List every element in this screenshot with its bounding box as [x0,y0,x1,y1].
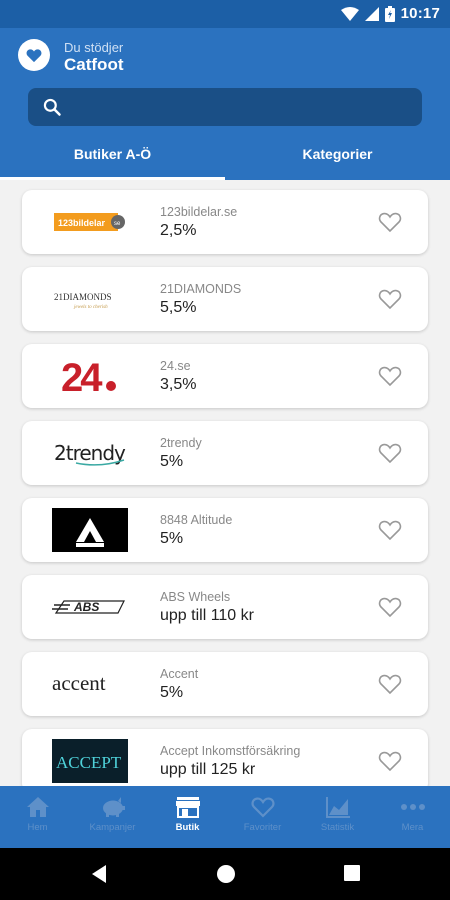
store-cashback: 5% [160,453,184,470]
store-cashback: upp till 110 kr [160,607,254,624]
store-logo: 123bildelar se [52,197,128,247]
store-cashback: 2,5% [160,222,197,239]
more-icon [400,804,425,810]
favorite-heart-icon[interactable] [378,364,402,388]
nav-more[interactable]: Mera [375,786,450,848]
nav-favorites[interactable]: Favoriter [225,786,300,848]
chart-icon [325,797,350,818]
svg-text:ABS: ABS [73,600,99,614]
store-icon [175,797,200,818]
store-name: Accept Inkomstförsäkring [160,744,301,758]
back-icon[interactable] [90,864,108,884]
wifi-icon [340,6,359,21]
nav-label: Kampanjer [89,822,136,833]
favorite-heart-icon[interactable] [378,595,402,619]
nav-campaigns[interactable]: Kampanjer [75,786,150,848]
accept-logo: ACCEPT [52,739,128,783]
store-cashback: upp till 125 kr [160,761,256,778]
nav-label: Butik [175,822,200,833]
favorite-heart-icon[interactable] [378,518,402,542]
store-logo: ACCEPT [52,736,128,786]
signal-icon [364,6,379,21]
store-card[interactable]: 8848 Altitude 5% [22,498,428,562]
recents-icon[interactable] [343,864,361,882]
store-name: 24.se [160,359,191,373]
heart-icon [26,48,42,62]
nav-statistics[interactable]: Statistik [300,786,375,848]
store-card[interactable]: 24 24.se 3,5% [22,344,428,408]
svg-text:jewels to cherish: jewels to cherish [73,305,108,310]
store-name: 123bildelar.se [160,205,238,219]
24se-logo: 24 [61,356,116,399]
piggy-bank-icon [102,797,125,817]
svg-text:ACCEPT: ACCEPT [56,753,122,772]
store-card[interactable]: 21DIAMONDS jewels to cherish 21DIAMONDS … [22,267,428,331]
store-name: Accent [160,667,199,681]
status-icons: 10:17 [340,5,440,22]
org-avatar[interactable] [18,39,50,71]
svg-text:se: se [114,221,121,227]
store-name: 8848 Altitude [160,513,233,527]
nav-label: Mera [401,822,424,833]
store-logo: 24 [52,351,128,401]
status-time: 10:17 [400,5,440,22]
favorite-heart-icon[interactable] [378,672,402,696]
store-cashback: 5,5% [160,299,197,316]
nav-label: Favoriter [243,822,282,833]
favorite-heart-icon[interactable] [378,210,402,234]
tab-bar: Butiker A-Ö Kategorier [0,138,450,180]
tab-categories[interactable]: Kategorier [225,138,450,180]
store-card[interactable]: 123bildelar se 123bildelar.se 2,5% [22,190,428,254]
svg-text:2trendy: 2trendy [54,441,126,465]
status-bar: 10:17 [0,0,450,28]
store-card[interactable]: 2trendy 2trendy 5% [22,421,428,485]
search-icon [43,98,61,116]
store-card[interactable]: ACCEPT Accept Inkomstförsäkring upp till… [22,729,428,786]
store-logo [52,505,128,555]
accent-logo: accent [52,671,106,695]
store-logo: 2trendy [52,428,128,478]
2trendy-logo: 2trendy [54,441,127,466]
favorite-heart-icon[interactable] [378,441,402,465]
store-name: 21DIAMONDS [160,282,242,296]
heart-outline-icon [250,797,275,818]
store-cashback: 5% [160,684,184,701]
nav-label: Hem [27,822,48,833]
svg-text:21DIAMONDS: 21DIAMONDS [54,292,112,302]
home-button-icon[interactable] [216,864,236,884]
tab-stores-a-z[interactable]: Butiker A-Ö [0,138,225,180]
svg-text:123bildelar: 123bildelar [58,218,106,228]
store-name: ABS Wheels [160,590,231,604]
8848-altitude-logo [52,508,128,552]
bottom-navigation: Hem Kampanjer Butik Favoriter Statistik … [0,786,450,848]
21diamonds-logo: 21DIAMONDS jewels to cherish [54,292,112,310]
search-bar[interactable] [28,88,422,126]
store-logo: accent [52,659,128,709]
svg-text:accent: accent [52,671,106,695]
store-cashback: 5% [160,530,184,547]
store-list[interactable]: 123bildelar se 123bildelar.se 2,5% 21DIA… [0,180,450,786]
nav-store[interactable]: Butik [150,786,225,848]
nav-home[interactable]: Hem [0,786,75,848]
search-input[interactable] [72,98,392,116]
home-icon [26,797,49,817]
supporting-label: Du stödjer [64,40,124,55]
nav-label: Statistik [320,822,355,833]
battery-icon [384,5,395,22]
favorite-heart-icon[interactable] [378,749,402,773]
store-card[interactable]: ABS ABS Wheels upp till 110 kr [22,575,428,639]
store-card[interactable]: accent Accent 5% [22,652,428,716]
favorite-heart-icon[interactable] [378,287,402,311]
app-header: Du stödjer Catfoot Butiker A-Ö Kategorie… [0,28,450,180]
store-name: 2trendy [160,436,202,450]
org-name[interactable]: Catfoot [64,55,123,75]
store-cashback: 3,5% [160,376,197,393]
system-navigation-bar [0,848,450,900]
123bildelar-logo: 123bildelar se [54,213,125,231]
store-logo: ABS [52,582,128,632]
abs-wheels-logo: ABS [52,600,125,614]
store-logo: 21DIAMONDS jewels to cherish [52,274,128,324]
svg-text:24: 24 [61,356,103,399]
